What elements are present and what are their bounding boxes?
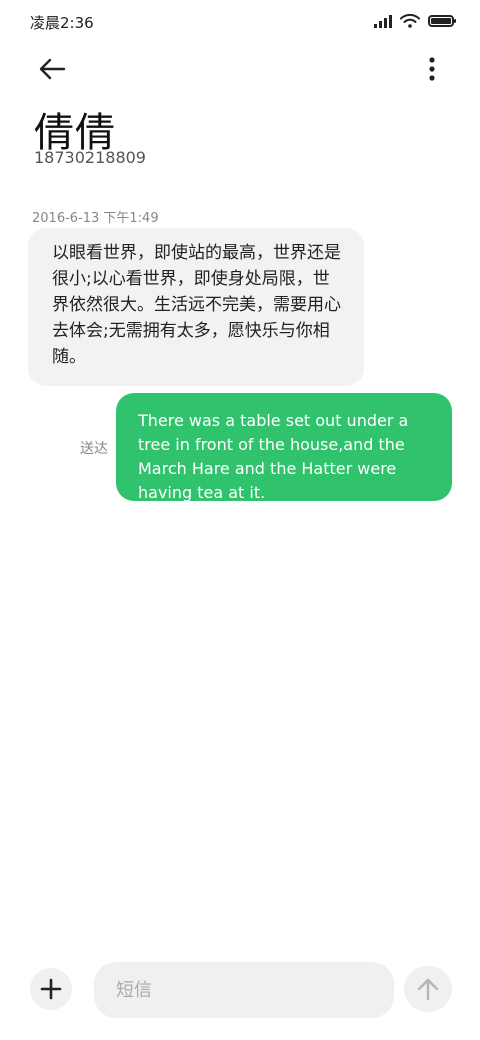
status-icons (374, 13, 456, 28)
incoming-message-bubble[interactable]: 以眼看世界，即使站的最高，世界还是很小;以心看世界，即使身处局限，世界依然很大。… (28, 228, 364, 386)
back-button[interactable] (32, 52, 72, 86)
status-bar: 凌晨2:36 (0, 0, 480, 44)
message-timestamp: 2016-6-13 下午1:49 (32, 211, 159, 226)
send-button[interactable] (404, 966, 452, 1012)
contact-number: 18730218809 (34, 148, 146, 167)
wifi-icon (400, 13, 420, 28)
add-attachment-button[interactable] (30, 968, 72, 1010)
arrow-up-icon (417, 978, 439, 1001)
battery-icon (428, 14, 456, 27)
outgoing-message-bubble[interactable]: There was a table set out under a tree i… (116, 393, 452, 502)
delivery-status: 送达 (80, 441, 108, 457)
back-arrow-icon (39, 58, 66, 80)
more-options-button[interactable] (420, 52, 444, 86)
plus-icon (40, 978, 62, 1000)
status-time: 凌晨2:36 (30, 14, 94, 32)
signal-icon (374, 14, 392, 28)
message-input[interactable] (94, 962, 394, 1018)
more-vertical-icon (429, 57, 435, 81)
